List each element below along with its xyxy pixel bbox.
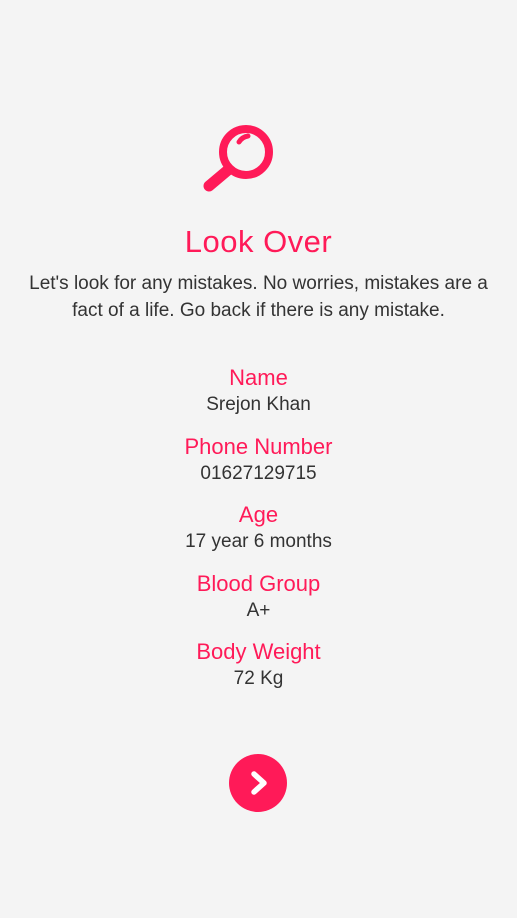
detail-value: 01627129715 — [200, 462, 317, 484]
detail-name: Name Srejon Khan — [0, 364, 517, 433]
look-over-screen: Look Over Let's look for any mistakes. N… — [0, 0, 517, 918]
detail-age: Age 17 year 6 months — [0, 501, 517, 570]
next-button[interactable] — [229, 754, 287, 812]
detail-phone-number: Phone Number 01627129715 — [0, 433, 517, 502]
chevron-right-icon — [246, 770, 270, 796]
detail-body-weight: Body Weight 72 Kg — [0, 638, 517, 707]
page-description: Let's look for any mistakes. No worries,… — [29, 273, 488, 321]
detail-value: 72 Kg — [233, 668, 284, 689]
page-title: Look Over — [184, 224, 333, 259]
detail-value: A+ — [246, 599, 271, 621]
detail-blood-group: Blood Group A+ — [0, 570, 517, 639]
detail-label: Age — [238, 502, 279, 527]
detail-label: Phone Number — [184, 433, 333, 459]
detail-value: Srejon Khan — [206, 394, 311, 415]
magnifier-icon — [200, 118, 280, 196]
details-list: Name Srejon Khan Phone Number 0162712971… — [0, 364, 517, 707]
detail-label: Body Weight — [196, 639, 321, 664]
detail-label: Name — [229, 365, 288, 390]
detail-value: 17 year 6 months — [185, 531, 332, 552]
detail-label: Blood Group — [196, 570, 321, 596]
